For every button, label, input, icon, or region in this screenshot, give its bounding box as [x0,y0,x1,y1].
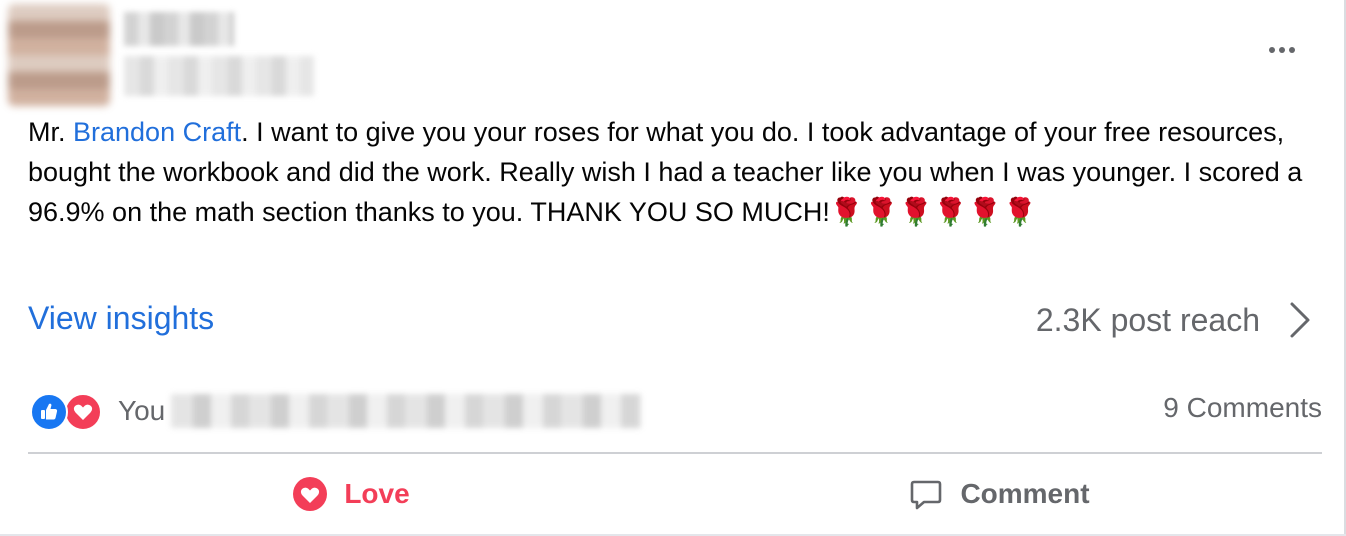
post-reach-button[interactable]: 2.3K post reach [1036,300,1314,340]
like-reaction-icon [30,393,68,431]
post-text-before: Mr. [28,117,73,147]
mention-link[interactable]: Brandon Craft [73,117,241,147]
love-button[interactable]: Love [28,468,674,520]
comment-icon [911,480,942,510]
post-meta-blurred [124,56,314,96]
post-text: Mr. Brandon Craft. I want to give you yo… [28,112,1318,232]
love-reaction-icon [64,393,102,431]
author-avatar-blurred[interactable] [8,4,110,106]
comment-button[interactable]: Comment [676,468,1322,520]
reactors-names-blurred [171,394,642,428]
post-card: Mr. Brandon Craft. I want to give you yo… [0,0,1346,536]
reactions-summary[interactable]: You [30,392,642,431]
reactors-you-label: You [118,395,166,426]
more-options-icon [1267,47,1297,53]
author-name-blurred[interactable] [124,12,234,46]
divider [28,452,1322,454]
more-options-button[interactable] [1258,30,1306,70]
reaction-icons [30,393,106,431]
rose-emoji: 🌹🌹🌹🌹🌹🌹 [829,197,1038,227]
post-reach-label: 2.3K post reach [1035,301,1260,338]
heart-icon [293,477,328,511]
love-label: Love [344,478,410,509]
comment-label: Comment [960,478,1090,509]
comments-count-link[interactable]: 9 Comments [1163,392,1322,424]
view-insights-link[interactable]: View insights [28,300,214,337]
chevron-right-icon [1290,302,1310,338]
